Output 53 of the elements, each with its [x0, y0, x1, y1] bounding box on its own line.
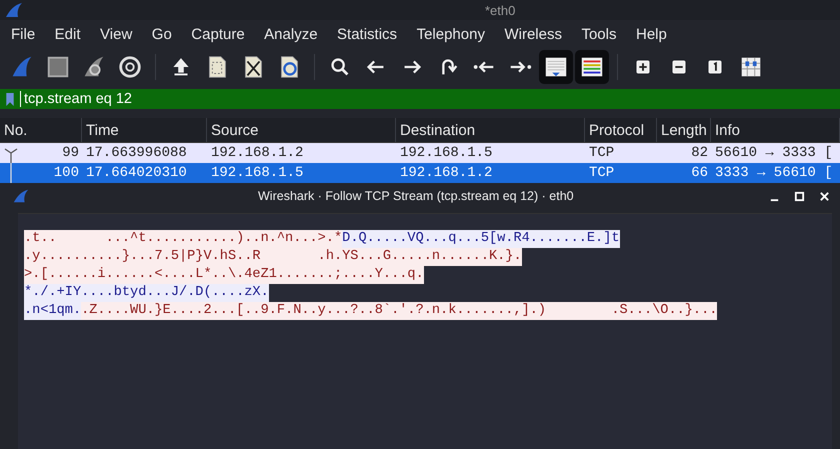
column-header[interactable]: Time	[82, 118, 207, 142]
shark-fin-icon	[4, 2, 24, 18]
menu-item[interactable]: Go	[146, 26, 178, 42]
window-title: *eth0	[485, 2, 516, 18]
stream-text: .t.. ...^t...........)..n.^n...>.*	[24, 230, 342, 248]
table-cell-text: 17.663996088	[85, 145, 188, 161]
menu-item[interactable]: Statistics	[331, 26, 404, 42]
menu-item[interactable]: Edit	[48, 26, 87, 42]
table-cell-text: TCP	[588, 145, 616, 161]
menu-item[interactable]: Capture	[185, 26, 251, 42]
menu-item[interactable]: Telephony	[410, 26, 491, 42]
column-header[interactable]: Length	[657, 118, 711, 142]
colorize-button[interactable]	[575, 50, 609, 84]
table-cell-text: 17.664020310	[85, 165, 188, 181]
column-header[interactable]: Protocol	[585, 118, 657, 142]
table-cell: 99	[62, 145, 79, 161]
packet-row[interactable]: 99 17.663996088 192.168.1.2 192.168.1.5 TCP 82 56610 → 3333 [	[0, 143, 840, 163]
table-cell-text: 192.168.1.5	[399, 145, 494, 161]
table-cell-text: TCP	[588, 165, 616, 181]
stream-text: .y..........}...7.5|P}V.hS..R .h.YS...G.....n......K.}.	[24, 248, 522, 266]
table-cell-text: 66	[690, 165, 709, 181]
table-cell-text: 192.168.1.5	[210, 165, 304, 181]
menu-item[interactable]: Wireless	[498, 26, 568, 42]
menu-item[interactable]: Help	[630, 26, 673, 42]
gear-icon	[117, 54, 143, 80]
table-cell-text: 192.168.1.2	[399, 165, 494, 181]
column-header[interactable]: Destination	[396, 118, 585, 142]
table-cell-text: 3333 → 56610 [	[714, 165, 834, 181]
table-cell-text: 82	[690, 145, 709, 161]
menu-item[interactable]: Analyze	[258, 26, 324, 42]
stop-icon	[45, 54, 71, 80]
stream-text: .n<1qm.	[24, 302, 82, 320]
column-header[interactable]: No.	[0, 118, 82, 142]
menu-item[interactable]: File	[5, 26, 42, 42]
packet-row[interactable]: 100 17.664020310 192.168.1.5 192.168.1.2 TCP 66 3333 → 56610 [	[0, 163, 840, 183]
stream-text: >.[......i......<....L*..\.4eZ1.......;....Y...q.	[24, 266, 424, 284]
stream-text-area[interactable]	[18, 213, 832, 449]
column-header[interactable]: Source	[207, 118, 396, 142]
maximize-icon[interactable]	[794, 190, 805, 202]
stream-text: *./.+IY....btyd...J/.D(....zX.	[24, 284, 269, 302]
column-header[interactable]: Info	[711, 118, 840, 142]
menu-item[interactable]: View	[94, 26, 138, 42]
close-icon[interactable]	[819, 190, 830, 202]
display-filter-field[interactable]: tcp.stream eq 12	[0, 89, 840, 109]
table-cell-text: 192.168.1.2	[210, 145, 304, 161]
shark-fin-icon	[12, 188, 30, 204]
stream-text: D.Q.....VQ...q...5[w.R4.......E.]t	[342, 230, 620, 248]
table-cell-text: 56610 → 3333 [	[714, 145, 834, 161]
dialog-title: Wireshark · Follow TCP Stream (tcp.stream eq 12) · eth0	[258, 189, 574, 203]
menu-item[interactable]: Tools	[575, 26, 622, 42]
stream-text: .Z....WU.}E....2...[..9.F.N..y...?..8`.'.?.n.k.......,].) .S...\O..}...	[81, 302, 718, 320]
table-cell: 100	[54, 165, 79, 181]
autoscroll-button[interactable]	[539, 50, 573, 84]
